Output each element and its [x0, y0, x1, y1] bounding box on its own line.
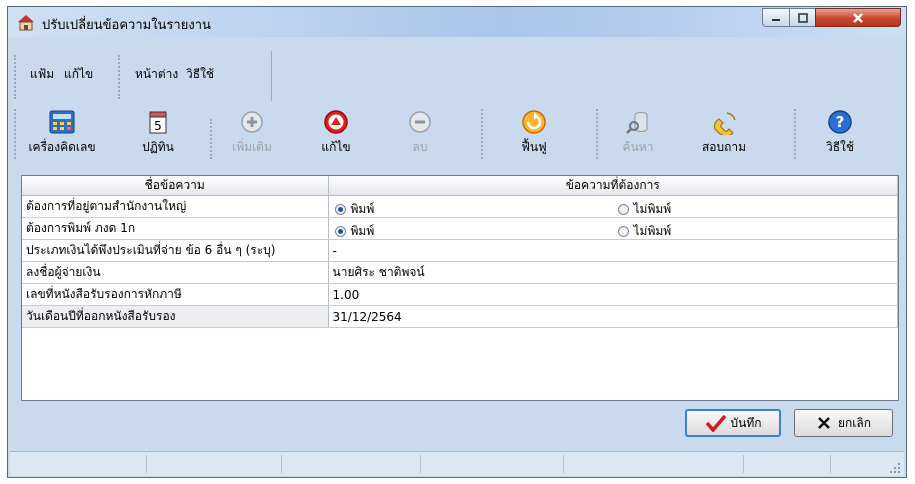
- resize-grip-icon[interactable]: [889, 462, 901, 474]
- radio-no-print[interactable]: ไม่พิมพ์: [617, 200, 672, 217]
- status-divider: [830, 455, 831, 473]
- save-button[interactable]: บันทึก: [685, 409, 781, 437]
- radio-icon[interactable]: [334, 204, 346, 215]
- status-divider: [563, 455, 564, 473]
- window-title: ปรับเปลี่ยนข้อความในรายงาน: [42, 18, 211, 33]
- svg-text:?: ?: [836, 113, 845, 131]
- table-row[interactable]: ต้องการพิมพ์ ภงด 1ก พิมพ์ ไม่พิมพ์: [22, 217, 898, 240]
- refresh-label: ฟื้นฟู: [521, 140, 547, 154]
- refresh-button[interactable]: ฟื้นฟู: [494, 105, 574, 165]
- menu-divider: [271, 51, 272, 101]
- table-row[interactable]: ลงชื่อผู้จ่ายเงิน นายศิระ ชาติพจน์: [22, 261, 898, 284]
- menu-window[interactable]: หน้าต่าง: [135, 65, 178, 84]
- inquiry-label: สอบถาม: [701, 140, 747, 154]
- calendar-number: 5: [154, 119, 162, 133]
- menu-help[interactable]: วิธีใช้: [186, 65, 214, 84]
- column-header-value[interactable]: ข้อความที่ต้องการ: [328, 176, 898, 196]
- maximize-icon: [797, 12, 808, 23]
- help-label: วิธีใช้: [825, 140, 855, 154]
- delete-label: ลบ: [412, 140, 428, 154]
- row-label: เลขที่หนังสือรับรองการหักภาษี: [22, 283, 329, 306]
- maximize-button[interactable]: [789, 8, 816, 27]
- value-cell[interactable]: -: [328, 239, 898, 262]
- table-row[interactable]: ประเภทเงินได้พึงประเมินที่จ่าย ข้อ 6 อื่…: [22, 239, 898, 262]
- table-row[interactable]: ต้องการที่อยู่ตามสำนักงานใหญ่ พิมพ์ ไม่พ…: [22, 195, 898, 218]
- radio-print[interactable]: พิมพ์: [334, 200, 375, 217]
- column-header-name[interactable]: ชื่อข้อความ: [22, 176, 329, 196]
- status-divider: [420, 455, 421, 473]
- cancel-label: ยกเลิก: [837, 415, 872, 430]
- inquiry-button[interactable]: สอบถาม: [692, 105, 756, 165]
- calendar-button[interactable]: 5 ปฏิทิน: [130, 105, 186, 165]
- row-label: ลงชื่อผู้จ่ายเงิน: [22, 261, 329, 284]
- edit-button[interactable]: แก้ไข: [308, 105, 364, 165]
- menu-grip: [118, 55, 124, 99]
- radio-label: ไม่พิมพ์: [633, 224, 672, 238]
- title-bar: ปรับเปลี่ยนข้อความในรายงาน: [8, 7, 906, 37]
- table-row[interactable]: เลขที่หนังสือรับรองการหักภาษี 1.00: [22, 283, 898, 306]
- radio-print[interactable]: พิมพ์: [334, 222, 375, 239]
- calculator-icon: [49, 110, 75, 134]
- minimize-button[interactable]: [762, 8, 790, 27]
- close-icon: [818, 417, 830, 429]
- minimize-icon: [772, 18, 780, 21]
- save-label: บันทึก: [730, 415, 762, 430]
- cancel-button[interactable]: ยกเลิก: [794, 409, 893, 437]
- checkmark-icon: [705, 414, 726, 432]
- radio-label: พิมพ์: [350, 224, 375, 238]
- radio-label: พิมพ์: [350, 202, 375, 216]
- add-button[interactable]: เพิ่มเติม: [224, 105, 280, 165]
- delete-button[interactable]: ลบ: [392, 105, 448, 165]
- toolbar-grip: [14, 109, 20, 159]
- search-button[interactable]: ค้นหา: [610, 105, 666, 165]
- value-cell[interactable]: 1.00: [328, 283, 898, 306]
- radio-label: ไม่พิมพ์: [633, 202, 672, 216]
- close-button[interactable]: [815, 8, 901, 27]
- search-icon: [626, 112, 648, 134]
- row-label: วันเดือนปีที่ออกหนังสือรับรอง: [22, 305, 329, 328]
- radio-group-cell: พิมพ์ ไม่พิมพ์: [328, 195, 898, 218]
- toolbar-grip: [210, 119, 216, 159]
- value-cell[interactable]: นายศิระ ชาติพจน์: [328, 261, 898, 284]
- radio-no-print[interactable]: ไม่พิมพ์: [617, 222, 672, 239]
- calculator-button[interactable]: เครื่องคิดเลข: [24, 105, 100, 165]
- row-label: ต้องการที่อยู่ตามสำนักงานใหญ่: [22, 195, 329, 218]
- help-icon: ?: [828, 110, 852, 134]
- row-label: ประเภทเงินได้พึงประเมินที่จ่าย ข้อ 6 อื่…: [22, 239, 329, 262]
- status-bar: [10, 451, 904, 476]
- dialog-window: ปรับเปลี่ยนข้อความในรายงาน แฟ้ม แก้ไข หน…: [7, 6, 907, 478]
- status-divider: [281, 455, 282, 473]
- delete-icon: [409, 111, 431, 133]
- calculator-label: เครื่องคิดเลข: [28, 140, 96, 154]
- toolbar: เครื่องคิดเลข 5 ปฏิทิน เพิ่มเติม แก้ไข ล…: [14, 105, 898, 165]
- table-row[interactable]: วันเดือนปีที่ออกหนังสือรับรอง 31/12/2564: [22, 305, 898, 328]
- radio-icon[interactable]: [617, 226, 629, 237]
- calendar-label: ปฏิทิน: [142, 140, 174, 154]
- radio-group-cell: พิมพ์ ไม่พิมพ์: [328, 217, 898, 240]
- close-icon: [853, 12, 863, 23]
- search-label: ค้นหา: [622, 140, 654, 154]
- phone-icon: [713, 112, 736, 135]
- menu-grip: [14, 55, 20, 99]
- status-divider: [743, 455, 744, 473]
- radio-icon[interactable]: [334, 226, 346, 237]
- help-button[interactable]: ? วิธีใช้: [810, 105, 870, 165]
- row-label: ต้องการพิมพ์ ภงด 1ก: [22, 217, 329, 240]
- toolbar-grip: [794, 109, 800, 159]
- edit-label: แก้ไข: [321, 140, 351, 154]
- value-cell[interactable]: 31/12/2564: [328, 305, 898, 328]
- radio-icon[interactable]: [617, 204, 629, 215]
- calendar-icon: 5: [149, 111, 167, 134]
- toolbar-grip: [596, 109, 602, 159]
- app-icon: [18, 15, 34, 31]
- add-icon: [241, 111, 263, 133]
- toolbar-grip: [481, 109, 487, 159]
- refresh-icon: [522, 110, 546, 134]
- menu-file[interactable]: แฟ้ม: [30, 65, 54, 84]
- settings-grid: ชื่อข้อความ ข้อความที่ต้องการ ต้องการที่…: [21, 175, 899, 401]
- menu-edit[interactable]: แก้ไข: [64, 65, 93, 84]
- add-label: เพิ่มเติม: [232, 140, 272, 154]
- status-divider: [146, 455, 147, 473]
- edit-icon: [324, 110, 348, 134]
